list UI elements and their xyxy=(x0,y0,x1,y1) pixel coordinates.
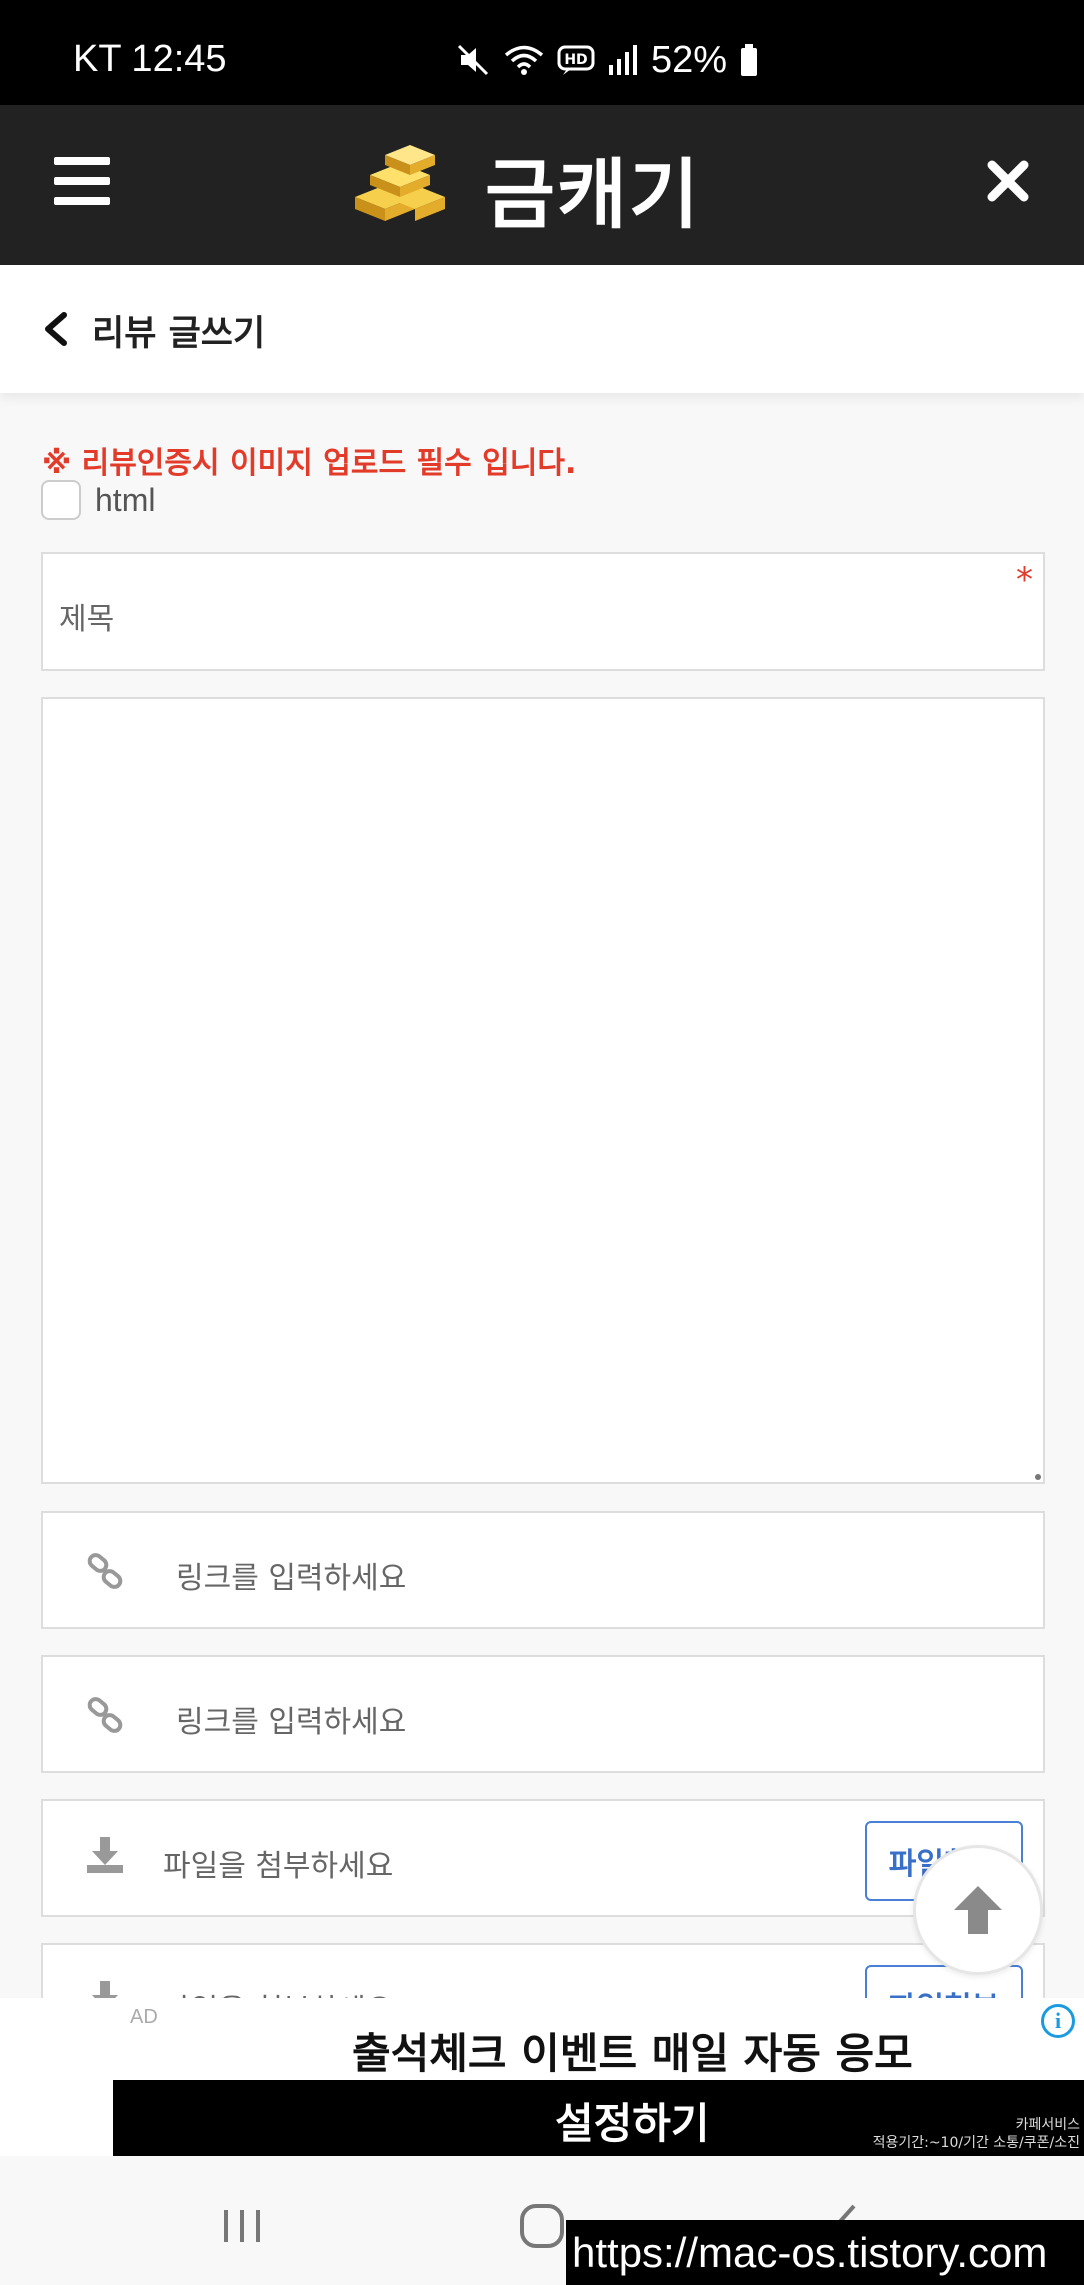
ad-banner[interactable]: AD i 출석체크 이벤트 매일 자동 응모 설정하기 카페서비스 적용기간:~… xyxy=(0,1998,1084,2156)
back-chevron-icon[interactable] xyxy=(40,311,74,347)
gold-bars-logo xyxy=(355,145,445,221)
watermark: https://mac-os.tistory.com xyxy=(566,2220,1084,2285)
link-input-1[interactable]: 링크를 입력하세요 xyxy=(41,1511,1045,1629)
app-header: 금캐기 xyxy=(0,105,1084,265)
arrow-up-icon xyxy=(954,1886,1002,1934)
link-placeholder: 링크를 입력하세요 xyxy=(176,1561,407,1596)
download-icon xyxy=(87,1837,123,1873)
page-subheader: 리뷰 글쓰기 xyxy=(0,265,1084,393)
page-title: 리뷰 글쓰기 xyxy=(92,314,266,354)
status-icons: HD 52% xyxy=(455,38,759,81)
battery-icon xyxy=(741,44,758,76)
wifi-icon xyxy=(504,45,544,75)
carrier-time: KT 12:45 xyxy=(73,38,227,80)
ad-cta-text: 설정하기 xyxy=(555,2099,710,2148)
ad-fine-print-line-1: 카페서비스 xyxy=(1015,2117,1080,2133)
required-mark: * xyxy=(1016,560,1033,600)
html-checkbox-label: html xyxy=(95,481,156,518)
link-placeholder: 링크를 입력하세요 xyxy=(176,1705,407,1740)
ad-fine-print-line-2: 적용기간:~10/기간 소통/쿠폰/소진 xyxy=(872,2135,1080,2151)
hd-icon: HD xyxy=(557,45,595,75)
file-attach-row-1: 파일을 첨부하세요 파일첨부 xyxy=(41,1799,1045,1917)
link-input-2[interactable]: 링크를 입력하세요 xyxy=(41,1655,1045,1773)
battery-percent: 52% xyxy=(651,38,728,81)
home-icon[interactable] xyxy=(512,2196,572,2256)
brand-name: 금캐기 xyxy=(485,150,701,239)
html-option[interactable]: html xyxy=(41,480,155,520)
ad-headline[interactable]: 출석체크 이벤트 매일 자동 응모 xyxy=(352,2020,913,2081)
ad-fine-print: 카페서비스 적용기간:~10/기간 소통/쿠폰/소진 xyxy=(873,2116,1080,2152)
file-attach-row-2: 파일을 첨부하세요 파일첨부 xyxy=(41,1943,1045,1998)
status-bar: KT 12:45 HD 52% xyxy=(0,0,1084,105)
ad-cta-bar[interactable]: 설정하기 카페서비스 적용기간:~10/기간 소통/쿠폰/소진 xyxy=(113,2080,1084,2156)
upload-notice: ※ 리뷰인증시 이미지 업로드 필수 입니다. xyxy=(42,446,577,481)
signal-icon xyxy=(609,45,637,75)
link-icon xyxy=(87,1553,123,1589)
close-icon[interactable] xyxy=(984,157,1032,205)
download-icon xyxy=(92,1981,118,1998)
content-textarea[interactable] xyxy=(41,697,1045,1484)
menu-icon[interactable] xyxy=(54,157,110,205)
html-checkbox[interactable] xyxy=(41,480,81,520)
ad-info-icon[interactable]: i xyxy=(1041,2004,1075,2038)
file-placeholder: 파일을 첨부하세요 xyxy=(163,1985,393,1998)
title-input[interactable]: 제목 * xyxy=(41,552,1045,671)
title-placeholder: 제목 xyxy=(59,602,115,637)
link-icon xyxy=(87,1697,123,1733)
recent-apps-icon[interactable] xyxy=(212,2196,272,2256)
scroll-top-button[interactable] xyxy=(913,1845,1043,1975)
resize-handle[interactable] xyxy=(1035,1474,1041,1480)
file-placeholder: 파일을 첨부하세요 xyxy=(163,1849,394,1884)
mute-icon xyxy=(457,44,489,76)
svg-text:HD: HD xyxy=(564,52,587,68)
ad-label: AD xyxy=(130,2006,158,2028)
